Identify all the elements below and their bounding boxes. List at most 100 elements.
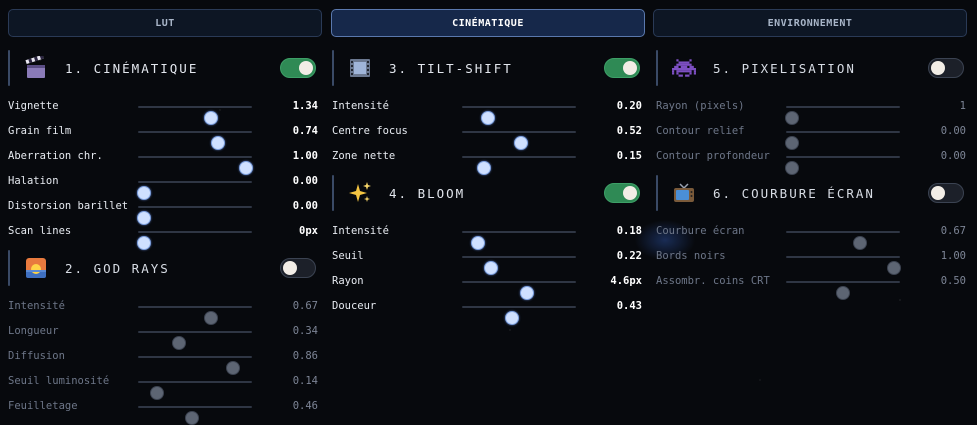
slider-label: Douceur [332,300,377,312]
slider-thumb[interactable] [505,311,520,325]
slider-track[interactable] [462,231,576,250]
slider-thumb[interactable] [836,286,850,300]
clapperboard-icon [25,56,45,78]
slider-row: Rayon 4.6px [332,270,648,300]
slider-track[interactable] [462,156,576,175]
slider-row: Douceur 0.43 [332,295,648,325]
slider-value: 0.00 [940,150,966,162]
section-toggle[interactable] [280,258,316,278]
slider-track[interactable] [138,306,252,325]
tv-icon [674,183,694,202]
tab-bar: LUT CINÉMATIQUE ENVIRONNEMENT [8,9,970,39]
section-toggle[interactable] [604,58,640,78]
slider-list: Courbure écran 0.67 Bords noirs 1.00 Assombr… [656,220,972,300]
slider-value: 0.34 [292,325,318,337]
slider-label: Seuil [332,250,364,262]
slider-row: Intensité 0.18 [332,220,648,250]
tab-lut[interactable]: LUT [8,9,322,37]
slider-track[interactable] [462,106,576,125]
slider-label: Diffusion [8,350,65,362]
section-accent-bar [656,175,658,211]
section-header: 4. BLOOM [332,175,648,211]
section-toggle[interactable] [928,58,964,78]
slider-row: Distorsion barillet 0.00 [8,195,324,225]
section-accent-bar [332,50,334,86]
slider-value: 0.74 [292,125,318,137]
slider-row: Vignette 1.34 [8,95,324,125]
slider-value: 4.6px [610,275,642,287]
sparkles-icon [349,182,371,202]
slider-value: 0.67 [292,300,318,312]
toggle-knob [299,61,313,75]
slider-label: Intensité [8,300,65,312]
slider-track[interactable] [786,231,900,250]
slider-track[interactable] [136,206,252,225]
slider-row: Zone nette 0.15 [332,145,648,175]
section-cinematique: 1. CINÉMATIQUE Vignette 1.34 Grain film 0.7… [8,50,324,250]
slider-label: Halation [8,175,59,187]
section-toggle[interactable] [604,183,640,203]
slider-label: Feuilletage [8,400,78,412]
slider-label: Distorsion barillet [8,200,129,212]
slider-label: Vignette [8,100,59,112]
slider-value: 0.46 [292,400,318,412]
slider-row: Contour relief 0.00 [656,120,972,150]
slider-list: Vignette 1.34 Grain film 0.74 Aberration chr… [8,95,324,250]
section-title: 6. COURBURE ÉCRAN [713,186,875,201]
section-header: 6. COURBURE ÉCRAN [656,175,972,211]
tab-cinematique[interactable]: CINÉMATIQUE [331,9,645,37]
section-toggle[interactable] [928,183,964,203]
sunset-icon [26,258,46,278]
slider-thumb[interactable] [784,161,799,175]
slider-track[interactable] [138,406,252,425]
slider-track[interactable] [138,106,252,125]
slider-track[interactable] [462,256,576,275]
slider-value: 0.15 [616,150,642,162]
slider-value: 0.14 [292,375,318,387]
slider-value: 0px [299,225,318,237]
slider-label: Aberration chr. [8,150,103,162]
slider-track[interactable] [136,181,252,200]
section-god-rays: 2. GOD RAYS Intensité 0.67 Longueur 0.34 Dif… [8,250,324,425]
slider-track[interactable] [138,356,252,375]
slider-label: Contour profondeur [656,150,770,162]
slider-row: Intensité 0.67 [8,295,324,325]
slider-list: Intensité 0.67 Longueur 0.34 Diffusion 0.86 Se… [8,295,324,425]
tab-environnement[interactable]: ENVIRONNEMENT [653,9,967,37]
slider-thumb[interactable] [184,411,199,425]
slider-value: 0.43 [616,300,642,312]
section-title: 5. PIXELISATION [713,61,856,76]
slider-track[interactable] [784,156,900,175]
slider-row: Seuil luminosité 0.14 [8,370,324,400]
slider-track[interactable] [784,106,900,125]
section-toggle[interactable] [280,58,316,78]
slider-row: Grain film 0.74 [8,120,324,150]
slider-row: Aberration chr. 1.00 [8,145,324,175]
slider-track[interactable] [462,131,576,150]
slider-label: Longueur [8,325,59,337]
slider-thumb[interactable] [476,161,491,175]
section-title: 1. CINÉMATIQUE [65,61,199,76]
slider-value: 0.20 [616,100,642,112]
slider-label: Assombr. coins CRT [656,275,770,287]
slider-track[interactable] [462,281,576,300]
slider-value: 1.00 [292,150,318,162]
slider-row: Halation 0.00 [8,170,324,200]
slider-label: Courbure écran [656,225,745,237]
slider-track[interactable] [136,231,252,250]
slider-track[interactable] [138,131,252,150]
slider-track[interactable] [138,381,252,400]
toggle-knob [623,186,637,200]
slider-track[interactable] [138,331,252,350]
column-1: 1. CINÉMATIQUE Vignette 1.34 Grain film 0.7… [8,50,324,425]
slider-track[interactable] [784,131,900,150]
slider-value: 0.00 [292,175,318,187]
slider-track[interactable] [786,256,902,275]
slider-track[interactable] [462,306,576,325]
section-accent-bar [8,50,10,86]
slider-row: Centre focus 0.52 [332,120,648,150]
slider-label: Grain film [8,125,72,137]
slider-track[interactable] [138,156,254,175]
slider-thumb[interactable] [136,236,151,250]
slider-track[interactable] [786,281,900,300]
